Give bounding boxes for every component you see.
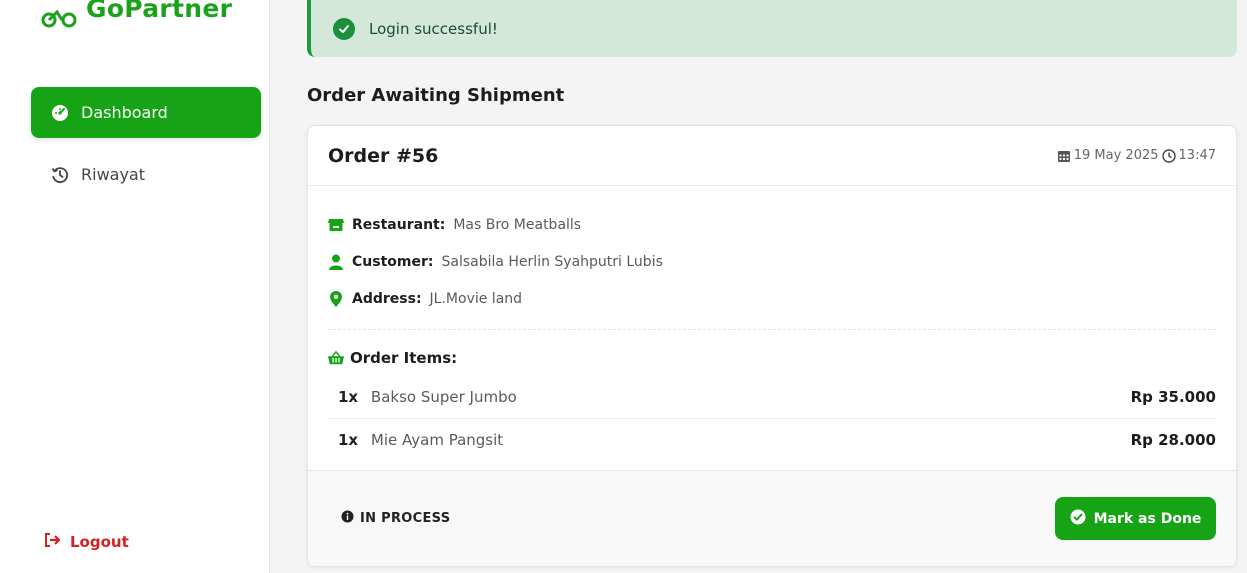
check-circle-icon — [333, 17, 355, 40]
order-items-heading: Order Items: — [328, 340, 1216, 376]
store-icon — [328, 217, 344, 233]
map-pin-icon — [328, 290, 344, 307]
customer-row: Customer: Salsabila Herlin Syahputri Lub… — [328, 243, 1216, 280]
order-item-row: 1x Mie Ayam Pangsit Rp 28.000 — [328, 418, 1216, 460]
user-icon — [328, 254, 344, 270]
order-date: 19 May 2025 — [1073, 148, 1159, 163]
item-price: Rp 35.000 — [1130, 388, 1216, 406]
sidebar-item-label: Riwayat — [81, 165, 145, 184]
history-icon — [51, 166, 69, 184]
sidebar-item-label: Dashboard — [81, 103, 168, 122]
item-qty: 1x — [338, 430, 359, 449]
address-value: JL.Movie land — [429, 290, 523, 307]
scooter-logo-icon — [40, 0, 78, 28]
status-text: IN PROCESS — [360, 511, 451, 526]
sidebar-item-riwayat[interactable]: Riwayat — [31, 149, 261, 200]
divider — [328, 329, 1216, 330]
sidebar-item-dashboard[interactable]: Dashboard — [31, 87, 261, 138]
address-row: Address: JL.Movie land — [328, 280, 1216, 317]
item-qty: 1x — [338, 388, 359, 406]
customer-value: Salsabila Herlin Syahputri Lubis — [441, 253, 663, 270]
sidebar: GoPartner Dashboard Riwayat Logout — [0, 0, 270, 573]
basket-icon — [328, 350, 344, 366]
item-name: Mie Ayam Pangsit — [370, 430, 504, 449]
restaurant-value: Mas Bro Meatballs — [453, 216, 582, 233]
sign-out-icon — [44, 533, 62, 551]
order-card-body: Restaurant: Mas Bro Meatballs Customer: … — [308, 186, 1236, 460]
order-title: Order #56 — [328, 144, 439, 167]
order-datetime: 19 May 2025 13:47 — [1057, 148, 1216, 163]
order-item-row: 1x Bakso Super Jumbo Rp 35.000 — [328, 376, 1216, 418]
brand-name: GoPartner — [86, 0, 233, 23]
order-card: Order #56 19 May 2025 13:47 Restaurant: … — [307, 125, 1237, 567]
info-circle-icon — [341, 510, 354, 527]
check-circle-icon — [1070, 509, 1086, 529]
order-card-header: Order #56 19 May 2025 13:47 — [308, 126, 1236, 186]
item-name: Bakso Super Jumbo — [370, 388, 517, 406]
mark-as-done-button[interactable]: Mark as Done — [1055, 497, 1216, 540]
order-time: 13:47 — [1178, 148, 1216, 163]
mark-as-done-label: Mark as Done — [1093, 510, 1202, 527]
restaurant-label: Restaurant: — [352, 216, 446, 233]
customer-label: Customer: — [352, 253, 434, 270]
success-alert: Login successful! — [307, 0, 1237, 57]
item-price: Rp 28.000 — [1130, 430, 1216, 449]
address-label: Address: — [352, 290, 422, 307]
section-title: Order Awaiting Shipment — [307, 85, 565, 106]
order-card-footer: IN PROCESS Mark as Done — [308, 470, 1236, 566]
status-badge: IN PROCESS — [341, 510, 450, 527]
alert-text: Login successful! — [369, 19, 498, 38]
gauge-icon — [51, 104, 69, 122]
restaurant-row: Restaurant: Mas Bro Meatballs — [328, 206, 1216, 243]
brand[interactable]: GoPartner — [40, 0, 232, 28]
logout-button[interactable]: Logout — [44, 533, 129, 551]
calendar-icon — [1057, 149, 1071, 163]
clock-icon — [1161, 148, 1176, 163]
logout-label: Logout — [70, 533, 129, 551]
order-items-title: Order Items: — [350, 349, 458, 367]
